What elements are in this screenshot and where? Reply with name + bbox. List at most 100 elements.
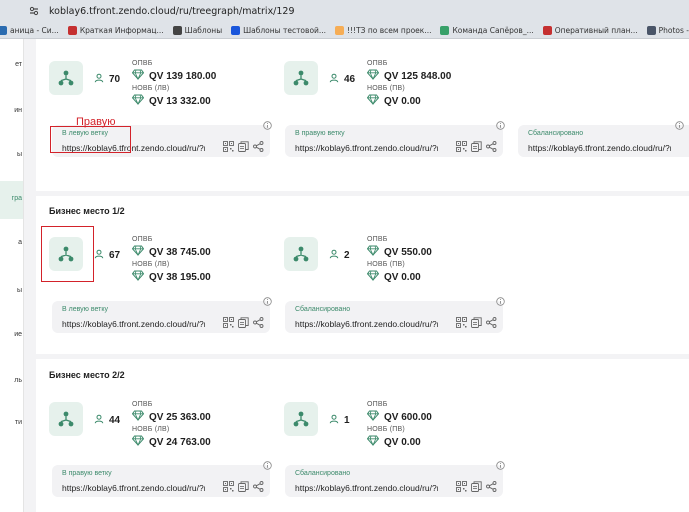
bookmarks-bar: аница - Си... Краткая Информац... Шаблоны Ш… xyxy=(0,22,689,39)
referral-link-label: Сбалансировано xyxy=(295,306,351,313)
novb-label: НОВБ (ПВ) xyxy=(367,261,405,268)
sidebar-item[interactable]: ы xyxy=(0,151,23,158)
novb-label: НОВБ (ПВ) xyxy=(367,426,405,433)
bookmark-label: Краткая Информац... xyxy=(79,25,164,35)
sidebar-item[interactable]: ль xyxy=(0,377,23,384)
diamond-icon xyxy=(366,270,384,284)
referral-link-url[interactable]: https://koblay6.tfront.zendo.cloud/ru/?r xyxy=(62,319,205,329)
referral-link-url[interactable]: https://koblay6.tfront.zendo.cloud/ru/?r xyxy=(295,483,438,493)
diamond-icon xyxy=(366,69,384,83)
sidebar-item[interactable]: а xyxy=(0,239,23,246)
copy-icon[interactable] xyxy=(238,315,249,333)
info-icon[interactable] xyxy=(496,457,505,470)
bookmark-label: Шаблоны xyxy=(184,25,223,35)
bookmark-item[interactable]: !!!ТЗ по всем проек... xyxy=(335,25,432,35)
diamond-icon xyxy=(131,69,149,83)
referral-link-card: Сбалансировано https://koblay6.tfront.zen… xyxy=(518,125,689,157)
bookmark-item[interactable]: Шаблоны xyxy=(172,25,223,35)
tree-node-icon[interactable] xyxy=(284,61,318,95)
bookmark-label: !!!ТЗ по всем проек... xyxy=(347,25,432,35)
opvb-label: ОПВБ xyxy=(132,236,153,243)
bookmark-item[interactable]: Оперативный план... xyxy=(542,25,638,35)
bookmark-item[interactable]: Краткая Информац... xyxy=(67,25,164,35)
diamond-icon xyxy=(366,435,384,449)
share-icon[interactable] xyxy=(486,139,497,157)
link-actions xyxy=(456,479,497,497)
bookmark-item[interactable]: Команда Сапёров_... xyxy=(440,25,534,35)
info-icon[interactable] xyxy=(496,117,505,130)
matrix-section: Бизнес место 1/2 67 ОПВБ QV 38 745.00 НОВБ (… xyxy=(36,196,689,354)
diamond-icon xyxy=(366,410,384,424)
qr-code-icon[interactable] xyxy=(223,315,234,333)
bookmark-item[interactable]: аница - Си... xyxy=(0,25,59,35)
diamond-icon xyxy=(366,245,384,259)
qr-code-icon[interactable] xyxy=(223,479,234,497)
user-icon xyxy=(329,414,344,427)
user-icon xyxy=(329,73,344,86)
novb-value: QV 0.00 xyxy=(366,94,421,108)
share-icon[interactable] xyxy=(253,479,264,497)
site-settings-icon[interactable] xyxy=(27,4,41,18)
bookmark-item[interactable]: Photos - All files - N... xyxy=(646,25,689,35)
bookmark-favicon-icon xyxy=(0,25,7,35)
opvb-label: ОПВБ xyxy=(367,401,388,408)
referral-link-url[interactable]: https://koblay6.tfront.zendo.cloud/ru/?r xyxy=(295,143,438,153)
diamond-icon xyxy=(131,245,149,259)
share-icon[interactable] xyxy=(486,479,497,497)
share-icon[interactable] xyxy=(486,315,497,333)
referral-link-url[interactable]: https://koblay6.tfront.zendo.cloud/ru/?r xyxy=(62,483,205,493)
opvb-amount: QV 25 363.00 xyxy=(149,411,211,423)
tree-node-icon[interactable] xyxy=(284,402,318,436)
info-icon[interactable] xyxy=(496,293,505,306)
bookmark-label: Шаблоны тестовой... xyxy=(243,25,327,35)
info-icon[interactable] xyxy=(263,293,272,306)
tree-node-icon[interactable] xyxy=(49,61,83,95)
diamond-icon xyxy=(131,270,149,284)
tree-node-icon[interactable] xyxy=(284,237,318,271)
copy-icon[interactable] xyxy=(238,479,249,497)
browser-address-bar[interactable]: koblay6.tfront.zendo.cloud/ru/treegraph/… xyxy=(0,0,689,22)
partner-count-value: 1 xyxy=(344,415,350,426)
info-icon[interactable] xyxy=(263,457,272,470)
opvb-amount: QV 550.00 xyxy=(384,246,432,258)
sidebar-item-label: гра xyxy=(11,195,22,202)
url-text[interactable]: koblay6.tfront.zendo.cloud/ru/treegraph/… xyxy=(49,6,295,17)
info-icon[interactable] xyxy=(263,117,272,130)
partner-count: 70 xyxy=(94,73,120,86)
copy-icon[interactable] xyxy=(471,479,482,497)
bookmark-item[interactable]: Шаблоны тестовой... xyxy=(231,25,327,35)
novb-value: QV 38 195.00 xyxy=(131,270,211,284)
novb-amount: QV 13 332.00 xyxy=(149,95,211,107)
sidebar-item[interactable]: ие xyxy=(0,331,23,338)
sidebar-item-active[interactable]: гра xyxy=(0,181,23,219)
qr-code-icon[interactable] xyxy=(456,139,467,157)
matrix-section: Основное место 70 ОПВБ QV 139 180.00 НОВБ (Л… xyxy=(36,39,689,191)
tree-node-icon[interactable] xyxy=(49,402,83,436)
novb-amount: QV 0.00 xyxy=(384,436,421,448)
partner-count: 1 xyxy=(329,414,350,427)
opvb-value: QV 125 848.00 xyxy=(366,69,451,83)
qr-code-icon[interactable] xyxy=(456,479,467,497)
bookmark-label: Оперативный план... xyxy=(554,25,638,35)
referral-link-url[interactable]: https://koblay6.tfront.zendo.cloud/ru/?r xyxy=(528,143,671,153)
sidebar-item[interactable]: ти xyxy=(0,419,23,426)
referral-link-card: В правую ветку https://koblay6.tfront.zen… xyxy=(285,125,503,157)
sidebar-item[interactable]: ет xyxy=(0,61,23,68)
sidebar-item[interactable]: ы xyxy=(0,287,23,294)
copy-icon[interactable] xyxy=(238,139,249,157)
novb-amount: QV 24 763.00 xyxy=(149,436,211,448)
qr-code-icon[interactable] xyxy=(456,315,467,333)
novb-label: НОВБ (ЛВ) xyxy=(132,261,170,268)
novb-value: QV 24 763.00 xyxy=(131,435,211,449)
bookmark-favicon-icon xyxy=(172,25,182,35)
share-icon[interactable] xyxy=(253,315,264,333)
sidebar-item[interactable]: ин xyxy=(0,107,23,114)
referral-link-url[interactable]: https://koblay6.tfront.zendo.cloud/ru/?r xyxy=(295,319,438,329)
novb-amount: QV 38 195.00 xyxy=(149,271,211,283)
user-icon xyxy=(329,249,344,262)
copy-icon[interactable] xyxy=(471,315,482,333)
copy-icon[interactable] xyxy=(471,139,482,157)
info-icon[interactable] xyxy=(675,117,684,130)
share-icon[interactable] xyxy=(253,139,264,157)
qr-code-icon[interactable] xyxy=(223,139,234,157)
